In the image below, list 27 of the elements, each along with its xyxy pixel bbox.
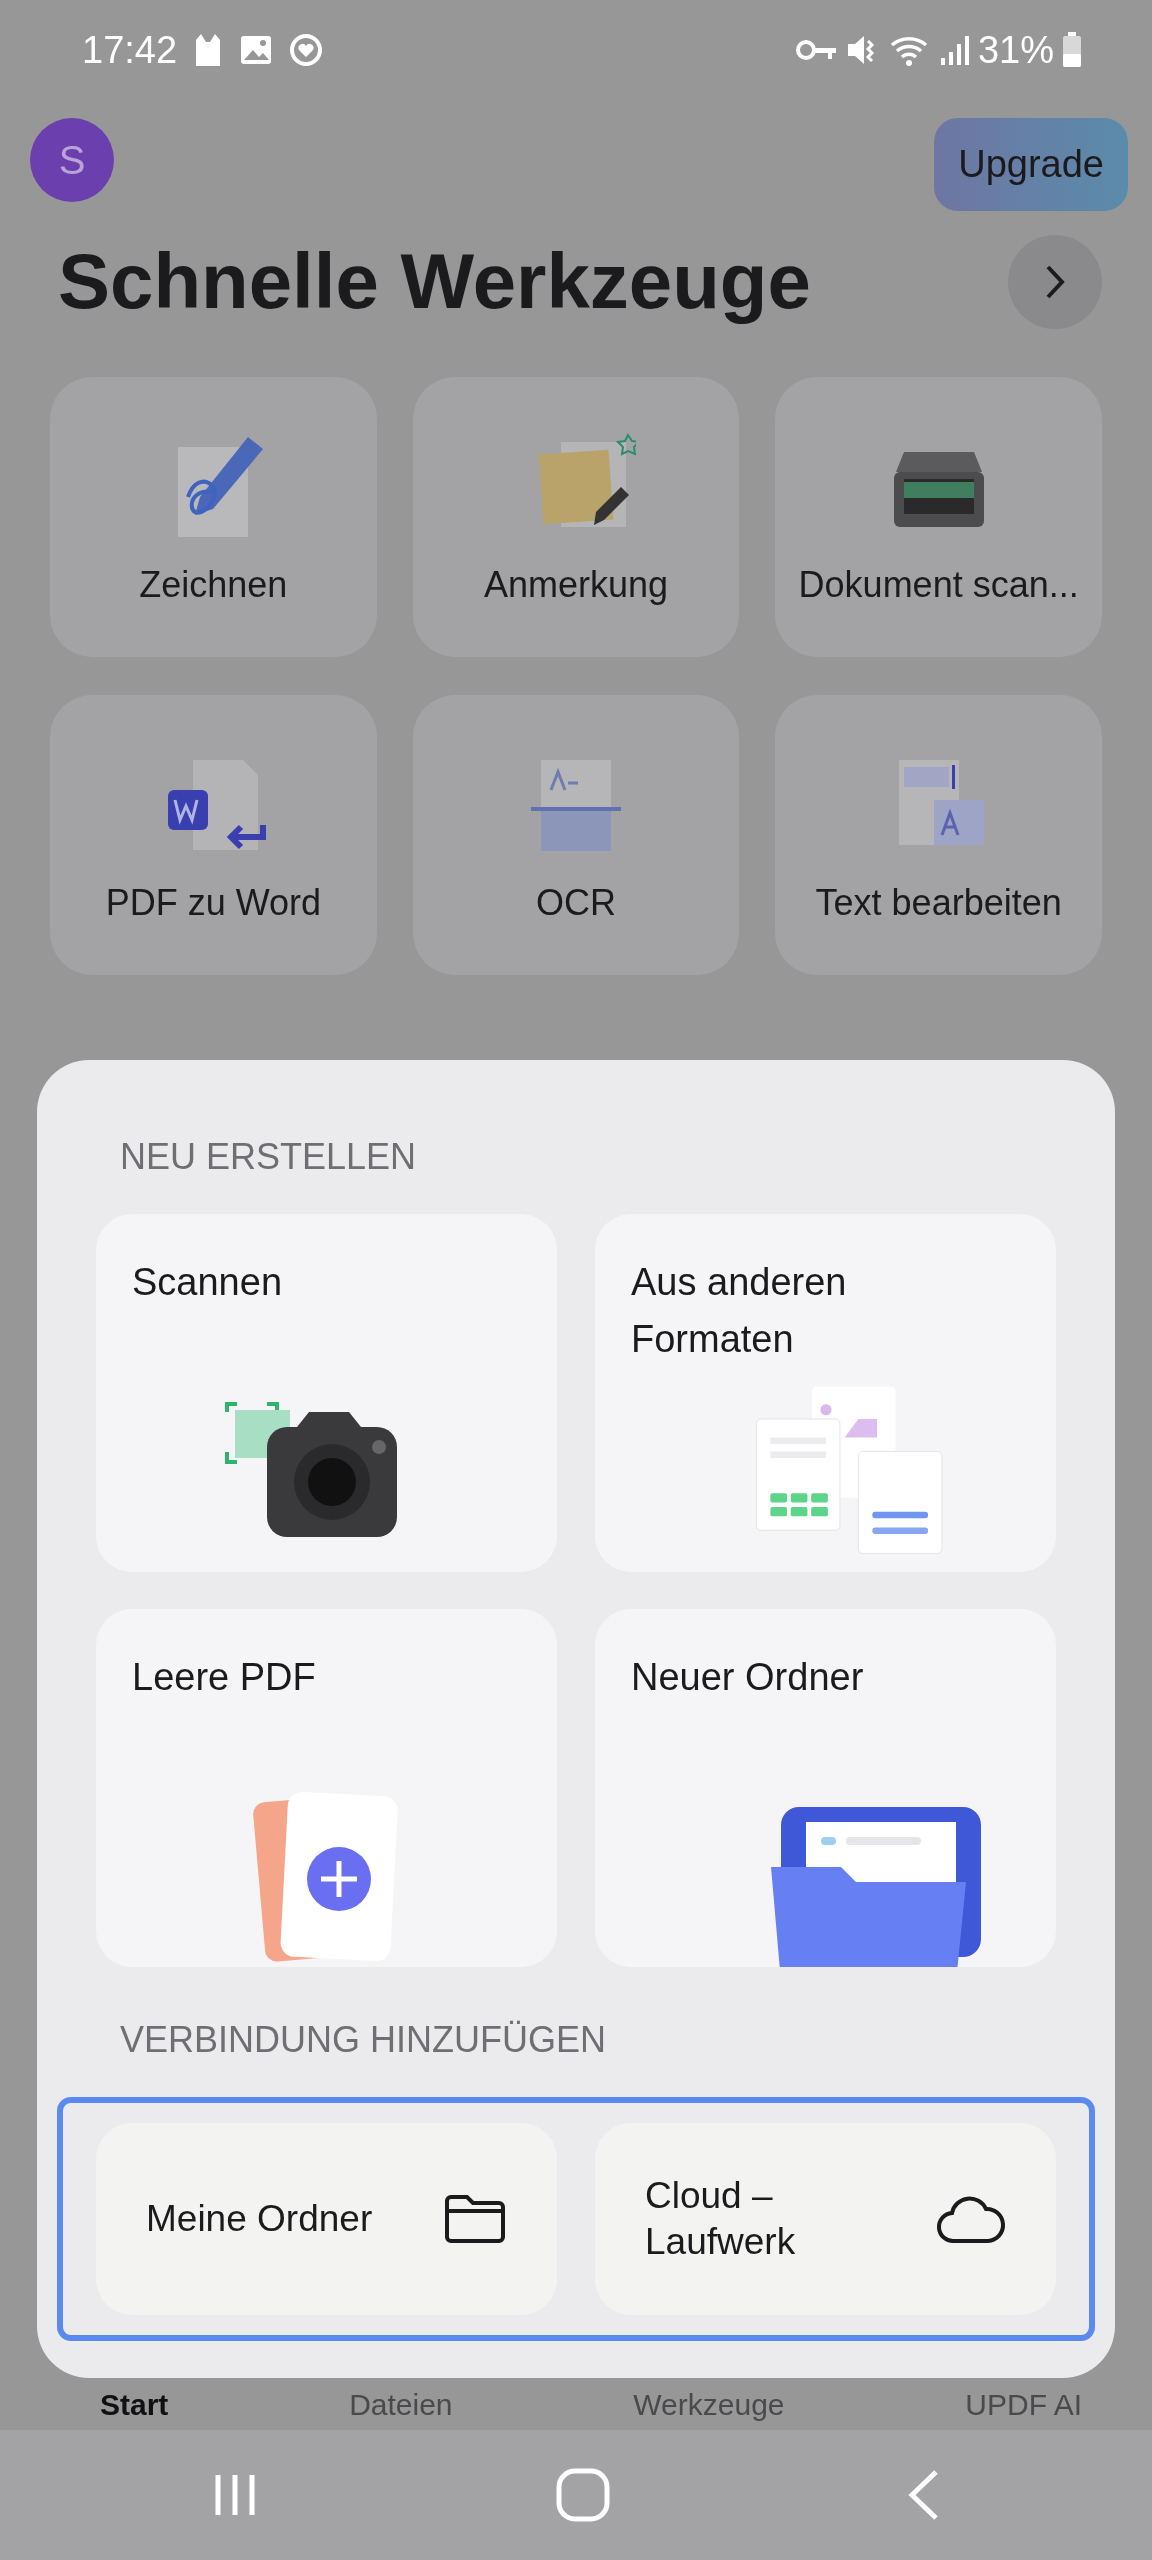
tool-tile[interactable]: Zeichnen: [50, 377, 377, 657]
image-icon: [239, 34, 274, 66]
folder-icon: [443, 2193, 507, 2245]
tool-tile[interactable]: OCR: [412, 695, 740, 975]
tab-item[interactable]: Start: [100, 2382, 169, 2427]
create-card[interactable]: Aus anderen Formaten: [595, 1214, 1056, 1572]
key-icon: [795, 37, 838, 63]
section-heading: NEU ERSTELLEN: [119, 1135, 418, 1179]
home-button[interactable]: [555, 2467, 611, 2523]
heart-circle-icon: [289, 33, 324, 67]
create-card[interactable]: Scannen: [96, 1214, 557, 1572]
tool-tile[interactable]: Text bearbeiten: [775, 695, 1102, 975]
home-icon: [555, 2467, 611, 2523]
signal-icon: [939, 34, 970, 66]
connection-card[interactable]: Meine Ordner: [96, 2123, 557, 2315]
section-title: Schnelle Werkzeuge: [58, 236, 811, 328]
battery-icon: [1062, 32, 1082, 68]
tool-tile[interactable]: Anmerkung: [412, 377, 740, 657]
upgrade-button[interactable]: Upgrade: [934, 118, 1128, 211]
create-card[interactable]: Neuer Ordner: [595, 1609, 1056, 1967]
status-time: 17:42: [82, 27, 178, 73]
section-heading: VERBINDUNG HINZUFÜGEN: [119, 2018, 608, 2062]
tool-tile[interactable]: PDF zu Word: [50, 695, 377, 975]
battery-level: 31%: [977, 27, 1054, 73]
tool-tile[interactable]: Dokument scan...: [775, 377, 1102, 657]
create-card[interactable]: Leere PDF: [96, 1609, 557, 1967]
connection-card[interactable]: Cloud – Laufwerk: [595, 2123, 1056, 2315]
